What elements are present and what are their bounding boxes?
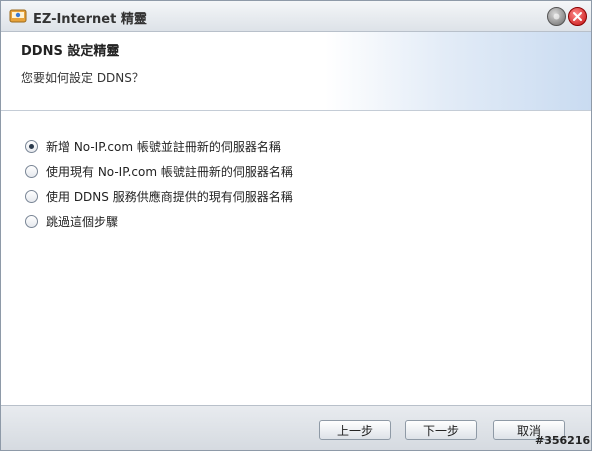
radio-button[interactable] <box>25 165 38 178</box>
option-label: 使用 DDNS 服務供應商提供的現有伺服器名稱 <box>46 190 293 204</box>
ddns-option-group: 新增 No-IP.com 帳號並註冊新的伺服器名稱 使用現有 No-IP.com… <box>25 134 293 234</box>
radio-button[interactable] <box>25 215 38 228</box>
option-label: 新增 No-IP.com 帳號並註冊新的伺服器名稱 <box>46 140 281 154</box>
window-title: EZ-Internet 精靈 <box>33 12 147 27</box>
previous-button[interactable]: 上一步 <box>319 420 391 440</box>
option-label: 使用現有 No-IP.com 帳號註冊新的伺服器名稱 <box>46 165 293 179</box>
option-skip-step[interactable]: 跳過這個步驟 <box>25 209 293 234</box>
wizard-footer: 上一步 下一步 取消 <box>1 405 591 450</box>
minimize-button[interactable] <box>547 7 566 26</box>
wizard-window: EZ-Internet 精靈 DDNS 設定精靈 您要如何設定 DDNS？ 新增… <box>0 0 592 451</box>
wizard-header: DDNS 設定精靈 您要如何設定 DDNS？ <box>1 32 591 111</box>
page-title: DDNS 設定精靈 <box>21 44 120 59</box>
radio-button[interactable] <box>25 140 38 153</box>
ez-internet-app-icon <box>9 7 27 25</box>
option-new-noip-account[interactable]: 新增 No-IP.com 帳號並註冊新的伺服器名稱 <box>25 134 293 159</box>
option-existing-ddns-provider[interactable]: 使用 DDNS 服務供應商提供的現有伺服器名稱 <box>25 184 293 209</box>
option-label: 跳過這個步驟 <box>46 215 119 229</box>
close-button[interactable] <box>568 7 587 26</box>
watermark-text: #356216 <box>535 434 591 447</box>
next-button[interactable]: 下一步 <box>405 420 477 440</box>
page-subtitle: 您要如何設定 DDNS？ <box>21 71 144 85</box>
close-icon <box>573 12 582 21</box>
radio-button[interactable] <box>25 190 38 203</box>
title-bar: EZ-Internet 精靈 <box>1 1 591 32</box>
option-existing-noip-account[interactable]: 使用現有 No-IP.com 帳號註冊新的伺服器名稱 <box>25 159 293 184</box>
